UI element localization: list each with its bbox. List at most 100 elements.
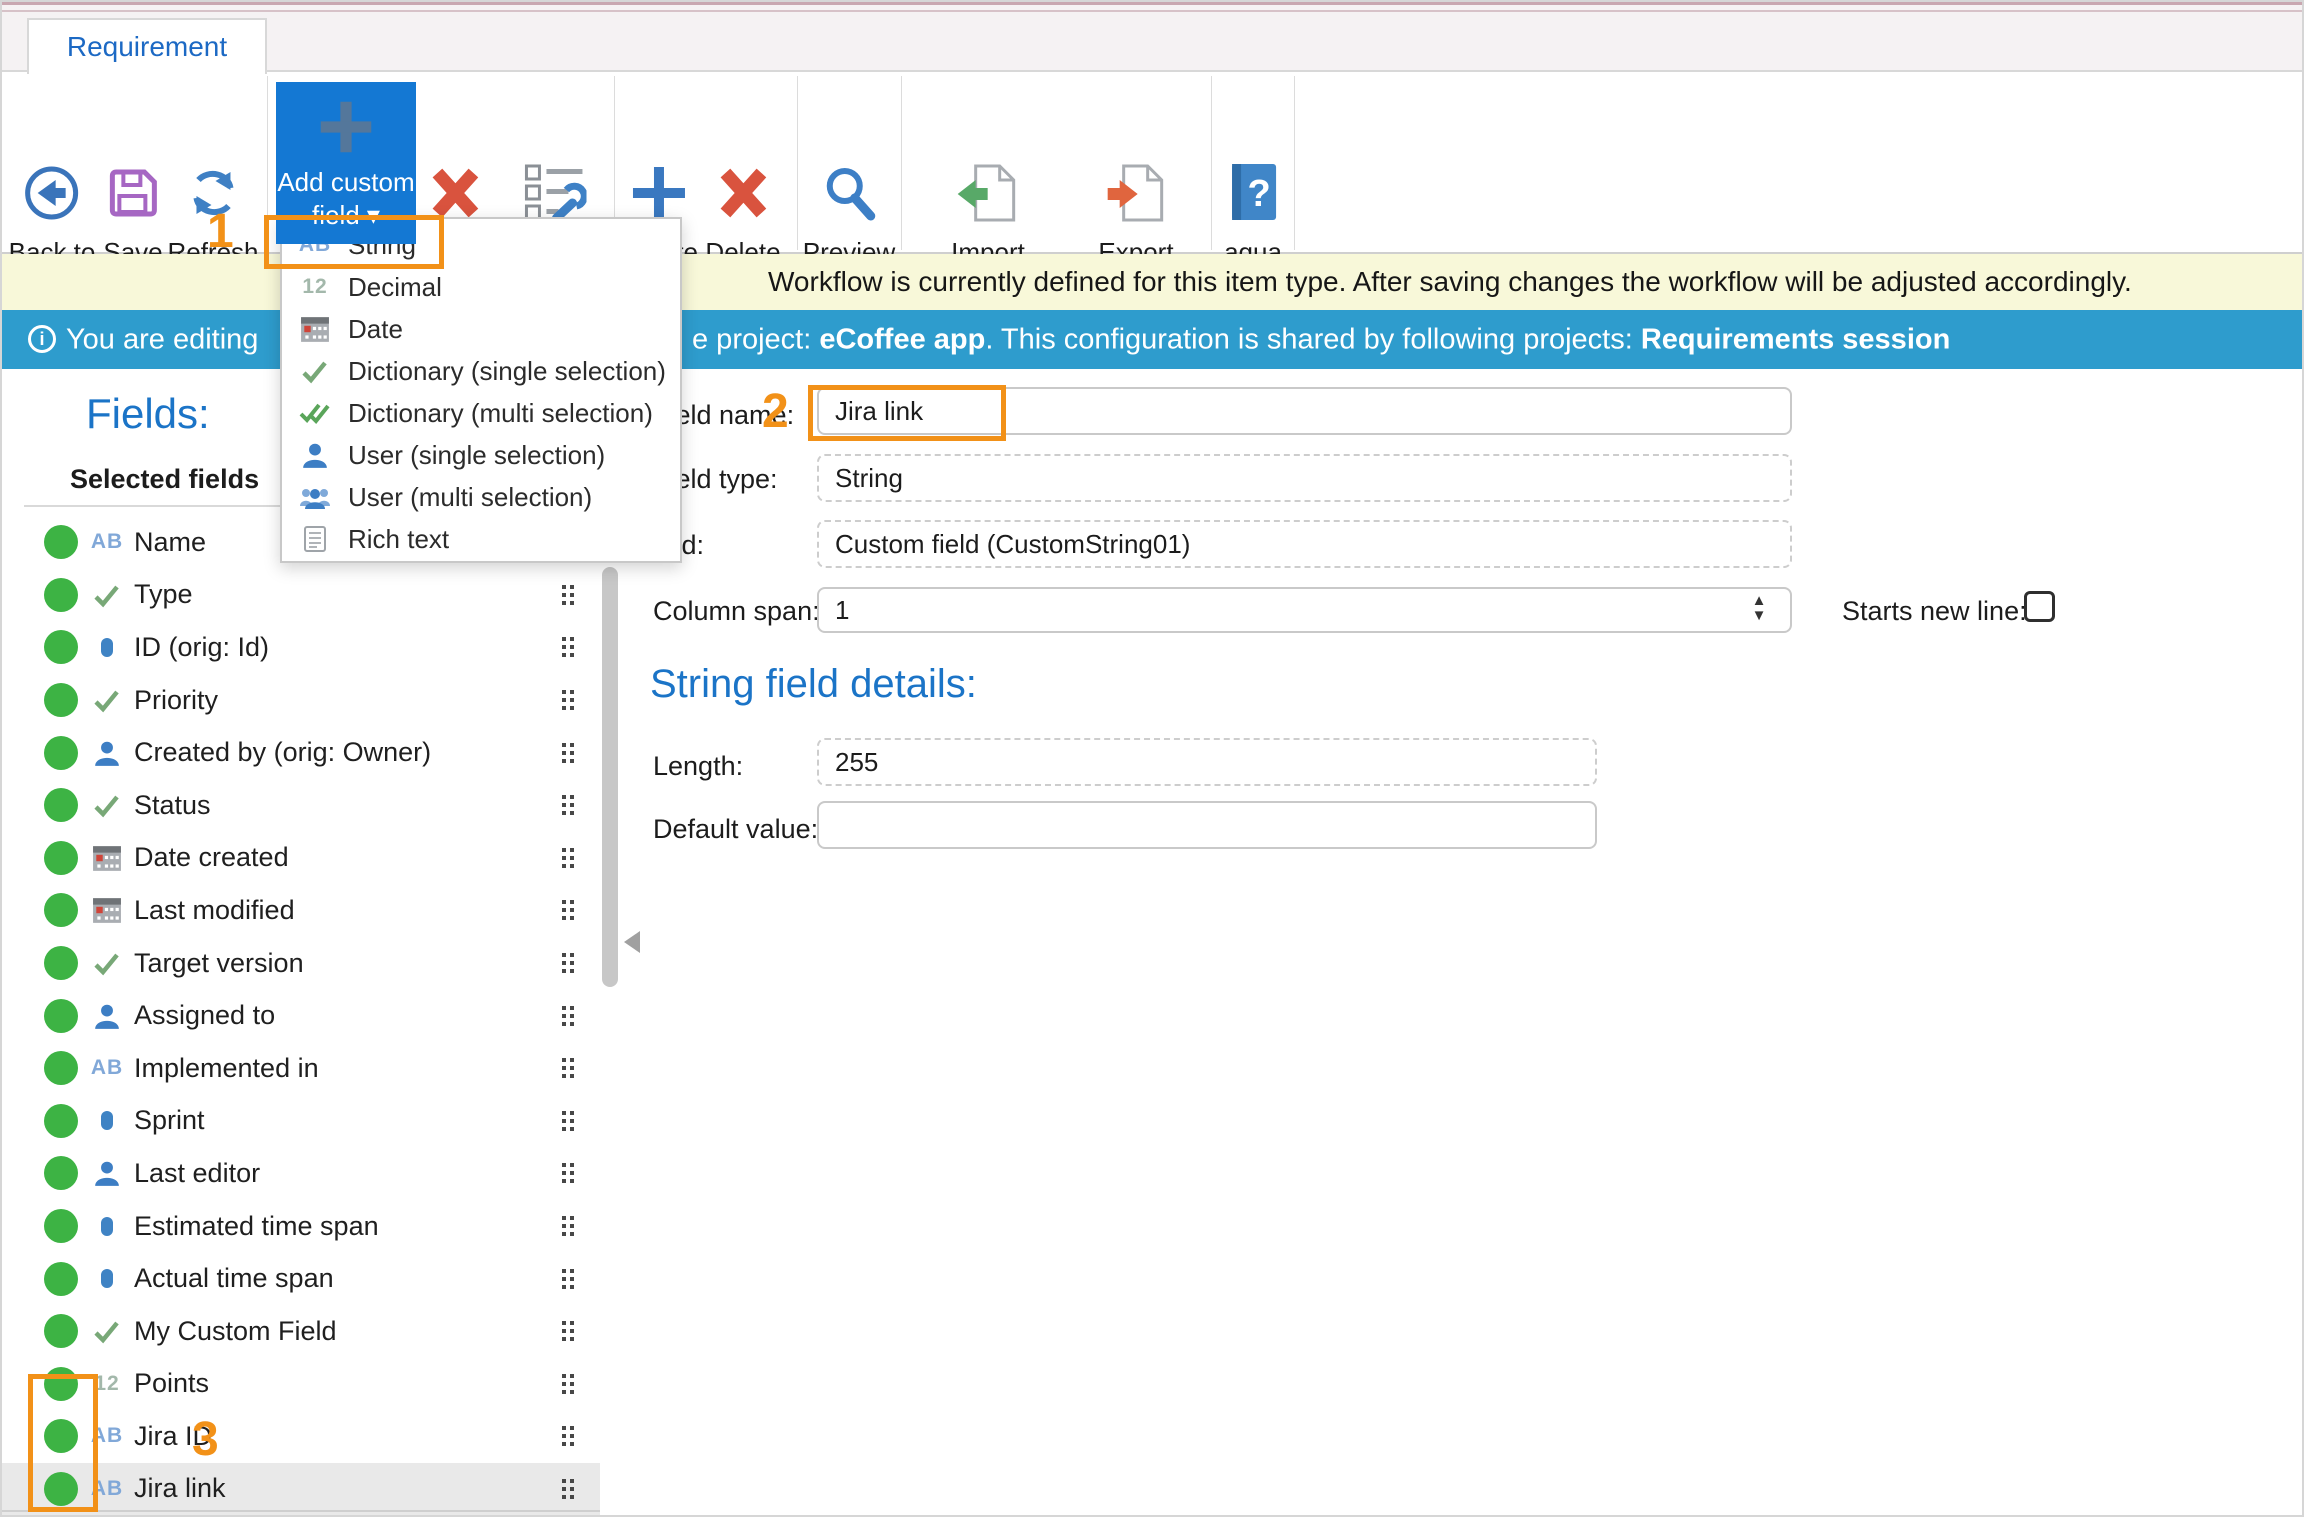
drag-handle[interactable] [562,1479,574,1499]
field-row-last-editor[interactable]: Last editor [2,1147,600,1200]
default-value-label: Default value: [653,814,818,845]
annotation-box-2 [808,385,1006,441]
drag-handle[interactable] [562,1321,574,1341]
field-label: Assigned to [134,1000,275,1031]
import-document-icon [911,160,1066,226]
window-top-border [2,2,2302,12]
checkmark-icon [93,950,121,976]
drag-handle[interactable] [562,848,574,868]
column-span-stepper[interactable]: ▲▼ [1744,593,1774,623]
checkmark-icon [93,1318,121,1344]
menu-item-user-single-selection[interactable]: User (single selection) [282,434,680,476]
drag-handle[interactable] [562,1269,574,1289]
field-row-type[interactable]: Type [2,569,600,622]
menu-item-label: Rich text [348,524,449,555]
default-value-input[interactable] [817,801,1597,849]
wiki-book-icon: ? [1224,160,1282,226]
users-group-icon [299,483,331,511]
field-row-last-modified[interactable]: Last modified [2,884,600,937]
plus-icon [276,82,416,164]
menu-item-rich-text[interactable]: Rich text [282,518,680,560]
field-row-created-by-orig-owner[interactable]: Created by (orig: Owner) [2,726,600,779]
number-field-icon: 12 [94,1372,119,1396]
column-span-input[interactable] [817,587,1792,633]
annotation-number-2: 2 [762,384,789,439]
enabled-dot-icon [44,630,78,664]
field-row-target-version[interactable]: Target version [2,937,600,990]
starts-new-line-checkbox[interactable] [2024,591,2055,622]
export-document-icon [1059,160,1214,226]
field-label: Implemented in [134,1053,319,1084]
menu-item-dictionary-single-selection[interactable]: Dictionary (single selection) [282,350,680,392]
field-label: Target version [134,948,304,979]
field-label: Last editor [134,1158,260,1189]
drag-handle[interactable] [562,690,574,710]
info-text-fragment: e project: [692,323,819,355]
field-label: Created by (orig: Owner) [134,737,431,768]
text-field-icon: AB [91,1056,123,1080]
enabled-dot-icon [44,683,78,717]
calendar-icon [92,844,122,872]
calendar-icon [92,896,122,924]
info-text-prefix: You are editing [66,323,258,356]
menu-item-label: Date [348,314,403,345]
field-row-date-created[interactable]: Date created [2,832,600,885]
field-row-sprint[interactable]: Sprint [2,1095,600,1148]
field-label: Priority [134,685,218,716]
field-row-implemented-in[interactable]: AB Implemented in [2,1042,600,1095]
menu-item-label: Dictionary (multi selection) [348,398,653,429]
drag-handle[interactable] [562,743,574,763]
fields-scrollbar[interactable] [602,567,618,987]
user-icon [301,441,329,469]
enabled-dot-icon [44,788,78,822]
drag-handle[interactable] [562,1111,574,1131]
menu-item-decimal[interactable]: 12Decimal [282,266,680,308]
drag-handle[interactable] [562,1006,574,1026]
checkmark-icon [301,358,329,384]
field-label: Points [134,1368,209,1399]
enabled-dot-icon [44,1156,78,1190]
id-field-icon [101,1111,113,1130]
drag-handle[interactable] [562,1426,574,1446]
app-window: Requirement Back to main Save Refresh [0,0,2304,1517]
annotation-number-1: 1 [207,204,234,259]
menu-item-dictionary-multi-selection[interactable]: Dictionary (multi selection) [282,392,680,434]
tab-requirement[interactable]: Requirement [27,18,267,74]
preview-button[interactable]: Preview [803,160,895,269]
field-row-priority[interactable]: Priority [2,674,600,727]
drag-handle[interactable] [562,637,574,657]
svg-text:?: ? [1247,173,1270,215]
drag-handle[interactable] [562,1216,574,1236]
field-row-actual-time-span[interactable]: Actual time span [2,1252,600,1305]
annotation-box-3 [28,1374,98,1512]
field-row-status[interactable]: Status [2,779,600,832]
text-field-icon: AB [91,530,123,554]
collapse-panel-arrow-icon[interactable] [624,931,640,953]
field-label: Actual time span [134,1263,334,1294]
menu-item-date[interactable]: Date [282,308,680,350]
field-row-estimated-time-span[interactable]: Estimated time span [2,1200,600,1253]
field-row-id-orig-id[interactable]: ID (orig: Id) [2,621,600,674]
fields-panel-title: Fields: [86,390,210,438]
drag-handle[interactable] [562,1374,574,1394]
back-arrow-icon [9,160,96,226]
calendar-icon [300,315,330,343]
backend-input [817,520,1792,568]
drag-handle[interactable] [562,795,574,815]
field-row-assigned-to[interactable]: Assigned to [2,989,600,1042]
length-input [817,738,1597,786]
id-field-icon [101,1269,113,1288]
menu-item-user-multi-selection[interactable]: User (multi selection) [282,476,680,518]
drag-handle[interactable] [562,1163,574,1183]
drag-handle[interactable] [562,900,574,920]
drag-handle[interactable] [562,953,574,973]
drag-handle[interactable] [562,585,574,605]
menu-item-label: Dictionary (single selection) [348,356,666,387]
enabled-dot-icon [44,841,78,875]
save-button[interactable]: Save [103,160,162,269]
field-label: Last modified [134,895,295,926]
field-row-my-custom-field[interactable]: My Custom Field [2,1305,600,1358]
group-separator [901,76,902,250]
enabled-dot-icon [44,1209,78,1243]
drag-handle[interactable] [562,1058,574,1078]
